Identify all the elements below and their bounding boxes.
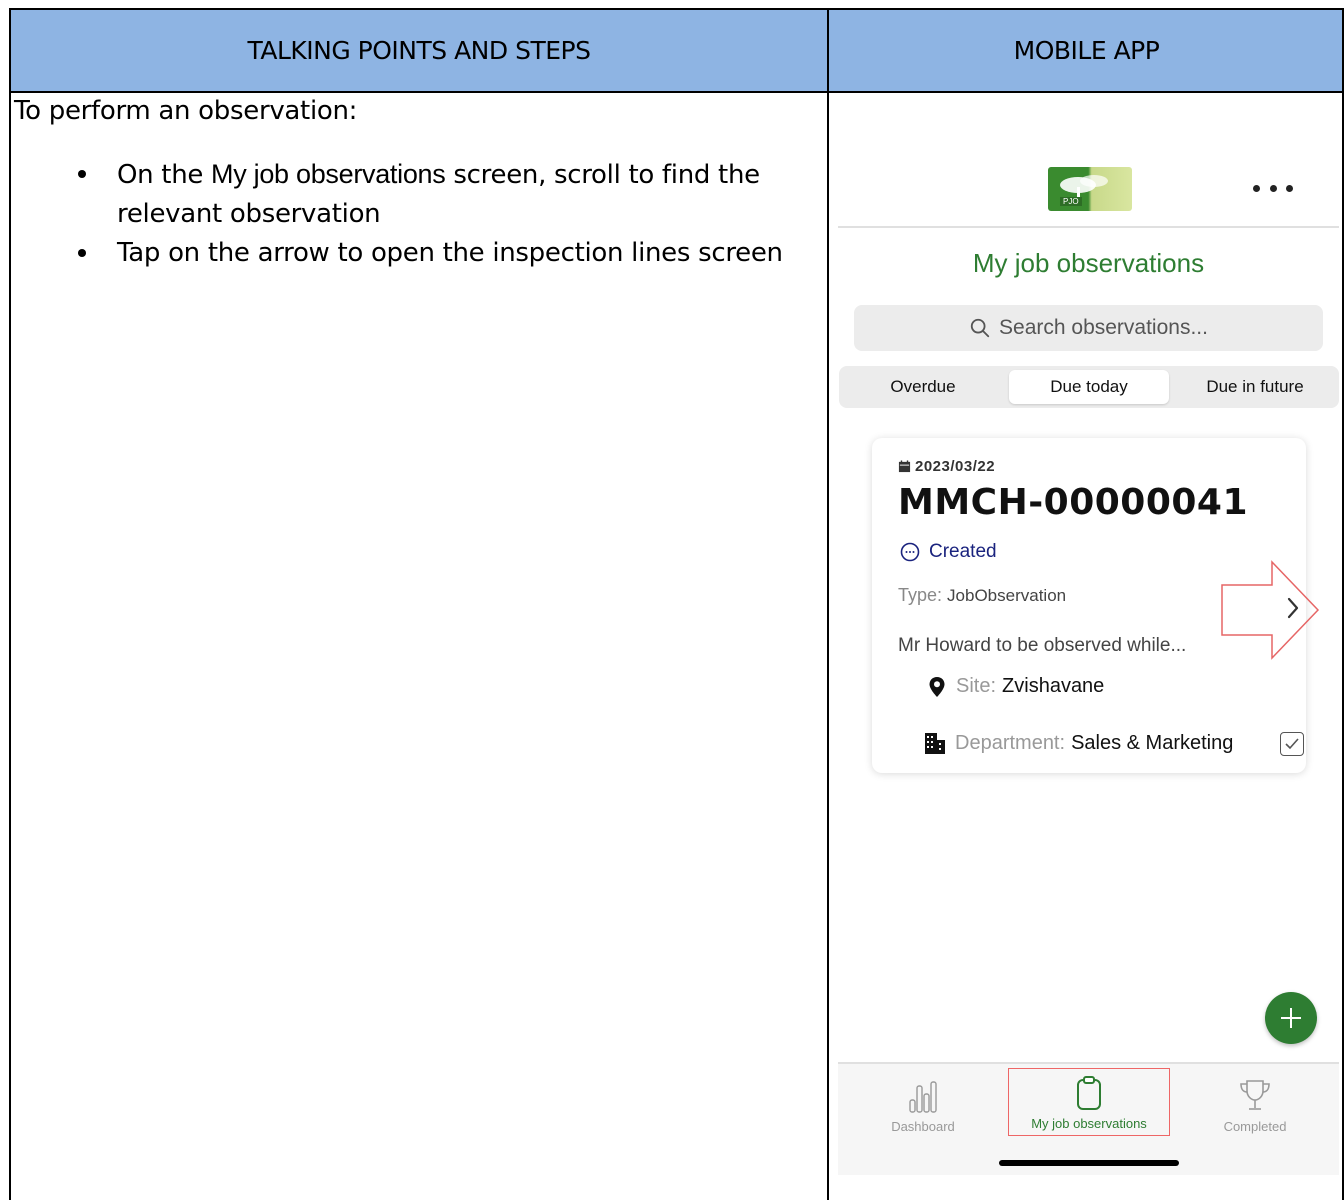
card-description: Mr Howard to be observed while... [898,635,1187,656]
card-type: Type: JobObservation [898,585,1066,606]
status-ellipsis-icon [900,542,920,562]
tab-my-job-observations[interactable]: My job observations [1008,1068,1170,1136]
callout-arrow-icon [1221,560,1320,660]
type-value: JobObservation [947,586,1067,605]
card-date: 2023/03/22 [898,458,995,475]
chevron-right-icon[interactable] [1286,596,1300,620]
card-site: Site: Zvishavane [928,675,1104,698]
more-options-icon[interactable] [1253,180,1293,196]
mobile-app-screenshot: PJO My job observations Search observati… [838,120,1339,1175]
search-icon [970,318,990,338]
plus-icon [1281,1008,1301,1028]
header-talking-points: TALKING POINTS AND STEPS [247,36,591,65]
steps-intro: To perform an observation: [14,96,358,126]
logo-text: PJO [1060,197,1082,206]
status-text: Created [929,541,997,562]
department-label: Department: [955,731,1066,754]
card-date-text: 2023/03/22 [915,458,996,475]
column-divider [827,10,829,1200]
table-header-row: TALKING POINTS AND STEPS MOBILE APP [11,10,1342,93]
trophy-icon [1240,1080,1270,1110]
step-item-1: On the My job observations screen, scrol… [78,155,794,234]
site-label: Site: [956,675,997,697]
home-indicator [999,1160,1179,1166]
tab-dashboard[interactable]: Dashboard [868,1064,978,1134]
clipboard-icon [1077,1076,1101,1110]
location-pin-icon [929,676,945,697]
add-observation-button[interactable] [1265,992,1317,1044]
bar-chart-icon [909,1081,937,1113]
calendar-icon [898,460,911,473]
search-placeholder: Search observations... [999,316,1208,339]
tab-completed[interactable]: Completed [1200,1064,1310,1134]
step1-bold: My job observations [211,159,446,189]
step-item-2: Tap on the arrow to open the inspection … [78,234,794,273]
steps-text: To perform an observation: On the My job… [14,92,794,273]
segment-due-today[interactable]: Due today [1009,370,1169,404]
app-logo: PJO [1048,167,1132,211]
screen-title: My job observations [972,248,1205,278]
checkmark-icon [1285,738,1299,750]
department-value: Sales & Marketing [1071,731,1234,754]
observation-id: MMCH-00000041 [898,482,1249,523]
steps-list: On the My job observations screen, scrol… [14,155,794,273]
tab-dashboard-label: Dashboard [891,1119,955,1134]
checkbox-icon[interactable] [1280,732,1304,756]
due-filter-segmented-control: Overdue Due today Due in future [839,366,1339,408]
bottom-tab-bar: Dashboard My job observations Completed [838,1062,1339,1175]
segment-due-in-future[interactable]: Due in future [1171,370,1339,404]
app-top-bar: PJO [838,120,1339,228]
header-mobile-app: MOBILE APP [1013,36,1160,65]
tab-my-job-observations-label: My job observations [1031,1116,1147,1131]
card-department: Department: Sales & Marketing [924,731,1233,755]
tab-completed-label: Completed [1223,1119,1287,1134]
observation-card[interactable]: 2023/03/22 MMCH-00000041 Created Type: J… [872,438,1320,773]
site-value: Zvishavane [1002,675,1105,697]
step1-prefix: On the [117,160,212,190]
segment-overdue[interactable]: Overdue [839,370,1007,404]
building-icon [925,733,945,754]
type-label: Type: [898,585,943,605]
search-input[interactable]: Search observations... [854,305,1323,351]
status-badge: Created [900,541,997,563]
